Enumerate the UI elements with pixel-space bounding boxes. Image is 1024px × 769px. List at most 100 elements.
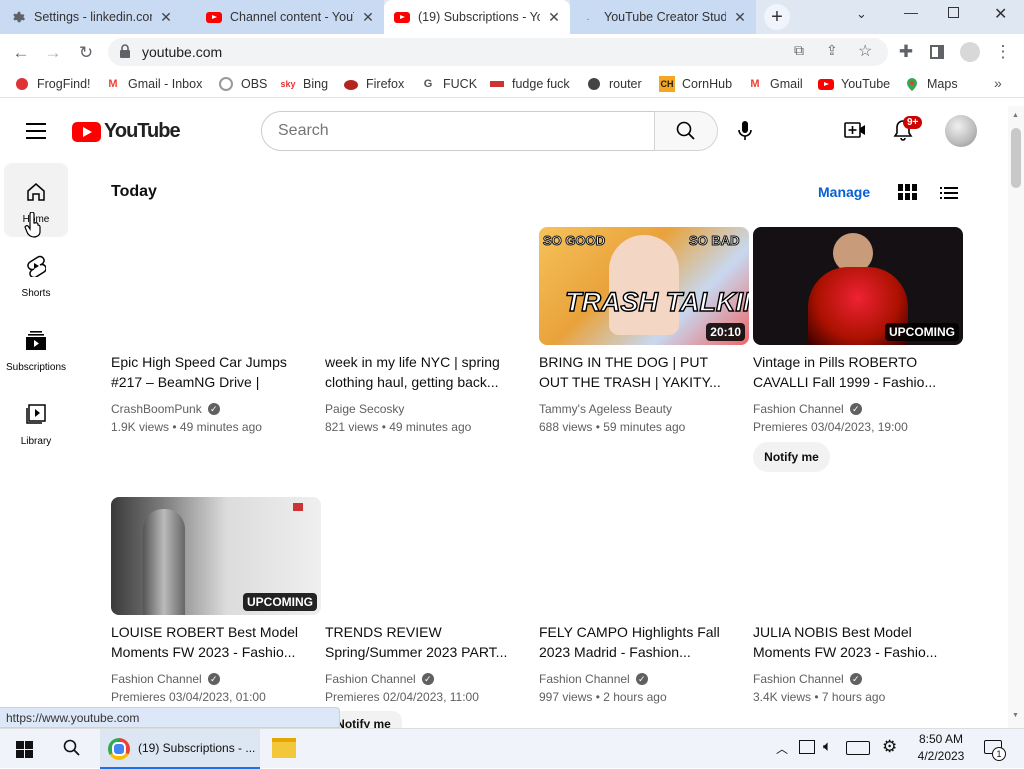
- restore-button[interactable]: [948, 7, 959, 18]
- microphone-icon[interactable]: [736, 120, 754, 147]
- video-title[interactable]: BRING IN THE DOG | PUT OUT THE TRASH | YA…: [539, 352, 729, 392]
- video-channel[interactable]: Fashion Channel ✓: [539, 672, 648, 686]
- more-bookmarks-icon[interactable]: »: [994, 75, 1002, 91]
- scroll-down-arrow-icon[interactable]: ▼: [1012, 712, 1019, 719]
- windows-start-icon[interactable]: [16, 741, 33, 758]
- youtube-icon: [394, 9, 410, 25]
- windows-taskbar: (19) Subscriptions - ... ︿ 🔈︎ ⚙ 8:50 AM …: [0, 728, 1024, 769]
- tab-channel-content[interactable]: Channel content - YouTube Studio ✕: [196, 0, 384, 34]
- hamburger-menu-icon[interactable]: [26, 123, 46, 139]
- keyboard-icon[interactable]: [846, 741, 870, 755]
- sidebar-item-label: Library: [20, 436, 52, 447]
- share-icon[interactable]: ⇪: [826, 42, 838, 59]
- verified-check-icon: ✓: [849, 673, 862, 685]
- tab-subscriptions[interactable]: (19) Subscriptions - YouTube ✕: [384, 0, 570, 34]
- menu-icon[interactable]: ⋮: [992, 41, 1014, 63]
- list-view-icon[interactable]: [940, 186, 958, 204]
- video-meta: 997 views • 2 hours ago: [539, 690, 667, 704]
- address-bar[interactable]: youtube.com ⧉ ⇪ ☆: [108, 38, 888, 66]
- close-icon[interactable]: ✕: [156, 9, 176, 26]
- close-icon[interactable]: ✕: [544, 9, 564, 26]
- verified-check-icon: ✓: [421, 673, 434, 685]
- video-meta: 688 views • 59 minutes ago: [539, 420, 686, 434]
- video-title[interactable]: Vintage in Pills ROBERTO CAVALLI Fall 199…: [753, 352, 943, 392]
- bookmark-cornhub[interactable]: CH CornHub: [659, 76, 732, 92]
- video-channel[interactable]: Fashion Channel ✓: [753, 402, 862, 416]
- network-icon[interactable]: [799, 740, 815, 754]
- page-scrollbar[interactable]: ▲ ▼: [1008, 106, 1024, 728]
- video-title[interactable]: LOUISE ROBERT Best Model Moments FW 2023 …: [111, 622, 301, 662]
- reload-icon[interactable]: ↻: [75, 42, 97, 64]
- tab-search-icon[interactable]: ⌄: [856, 6, 867, 22]
- file-explorer-icon[interactable]: [272, 738, 296, 758]
- video-meta: Premieres 03/04/2023, 01:00: [111, 690, 266, 704]
- scroll-up-arrow-icon[interactable]: ▲: [1012, 112, 1019, 119]
- shorts-icon: [26, 254, 46, 278]
- video-title[interactable]: FELY CAMPO Highlights Fall 2023 Madrid - …: [539, 622, 729, 662]
- bookmark-gmail-inbox[interactable]: M Gmail - Inbox: [105, 76, 202, 92]
- bookmark-fuck[interactable]: G FUCK: [420, 76, 477, 92]
- settings-gear-icon[interactable]: ⚙: [882, 737, 897, 757]
- youtube-icon: [206, 9, 222, 25]
- bookmark-maps[interactable]: Maps: [904, 76, 958, 92]
- show-hidden-icons-icon[interactable]: ︿: [776, 740, 788, 757]
- search-box[interactable]: [261, 111, 655, 151]
- video-channel[interactable]: CrashBoomPunk ✓: [111, 402, 220, 416]
- video-title[interactable]: JULIA NOBIS Best Model Moments FW 2023 - …: [753, 622, 943, 662]
- volume-icon[interactable]: 🔈︎: [823, 738, 832, 755]
- close-icon[interactable]: ✕: [358, 9, 378, 26]
- open-in-app-icon[interactable]: ⧉: [794, 42, 804, 59]
- bookmark-frogfind[interactable]: FrogFind!: [14, 76, 91, 92]
- video-title[interactable]: Epic High Speed Car Jumps #217 – BeamNG D…: [111, 352, 301, 392]
- bookmark-gmail[interactable]: M Gmail: [747, 76, 802, 92]
- bookmark-router[interactable]: router: [586, 76, 642, 92]
- tab-settings-linkedin[interactable]: Settings - linkedin.com ✕: [0, 0, 196, 34]
- video-channel[interactable]: Fashion Channel ✓: [753, 672, 862, 686]
- side-panel-icon[interactable]: [930, 45, 944, 59]
- sidebar-item-library[interactable]: Library: [0, 402, 72, 447]
- bookmark-star-icon[interactable]: ☆: [858, 41, 872, 61]
- video-thumbnail[interactable]: UPCOMING: [111, 497, 321, 615]
- sidebar-item-shorts[interactable]: Shorts: [0, 254, 72, 299]
- extensions-icon[interactable]: ✚: [895, 41, 917, 63]
- bookmark-youtube[interactable]: YouTube: [818, 76, 890, 92]
- forward-icon[interactable]: →: [42, 42, 64, 64]
- search-button[interactable]: [654, 111, 718, 151]
- video-thumbnail[interactable]: UPCOMING: [753, 227, 963, 345]
- back-icon[interactable]: ←: [10, 42, 32, 64]
- bookmark-obs[interactable]: OBS: [218, 76, 267, 92]
- notify-me-button[interactable]: Notify me: [753, 442, 830, 472]
- video-channel[interactable]: Fashion Channel ✓: [325, 672, 434, 686]
- bookmark-bing[interactable]: sky Bing: [280, 76, 328, 92]
- bookmark-fudge-fuck[interactable]: fudge fuck: [489, 76, 570, 92]
- bookmark-firefox[interactable]: Firefox: [343, 76, 404, 92]
- video-title[interactable]: week in my life NYC | spring clothing hau…: [325, 352, 515, 392]
- bookmark-icon: [489, 76, 505, 92]
- taskbar-clock[interactable]: 8:50 AM 4/2/2023: [912, 732, 970, 763]
- youtube-logo[interactable]: YouTube: [72, 120, 181, 143]
- manage-button[interactable]: Manage: [818, 184, 870, 200]
- video-title[interactable]: TRENDS REVIEW Spring/Summer 2023 PART...: [325, 622, 515, 662]
- account-avatar[interactable]: [945, 115, 977, 147]
- scrollbar-thumb[interactable]: [1011, 128, 1021, 188]
- grid-view-icon[interactable]: [898, 184, 917, 200]
- video-channel[interactable]: Tammy's Ageless Beauty: [539, 402, 672, 416]
- sidebar-item-subscriptions[interactable]: Subscriptions: [0, 328, 72, 373]
- close-icon[interactable]: ✕: [730, 9, 750, 26]
- taskbar-search-icon[interactable]: [63, 739, 81, 762]
- window-close-button[interactable]: ✕: [994, 4, 1007, 24]
- video-channel[interactable]: Paige Secosky: [325, 402, 404, 416]
- minimize-button[interactable]: —: [904, 4, 918, 20]
- lock-icon: [120, 44, 130, 58]
- taskbar-chrome-button[interactable]: (19) Subscriptions - ...: [100, 729, 260, 769]
- create-video-icon[interactable]: [844, 121, 866, 144]
- video-thumbnail[interactable]: SO GOOD SO BAD TRASH TALKIN' 20:10: [539, 227, 749, 345]
- search-input[interactable]: [278, 120, 638, 142]
- video-channel[interactable]: Fashion Channel ✓: [111, 672, 220, 686]
- new-tab-button[interactable]: +: [764, 4, 790, 30]
- video-meta: 821 views • 49 minutes ago: [325, 420, 472, 434]
- section-title: Today: [111, 183, 157, 200]
- profile-avatar[interactable]: [960, 42, 980, 62]
- tab-creator-studio[interactable]: . YouTube Creator Studio ✕: [570, 0, 756, 34]
- video-meta: Premieres 03/04/2023, 19:00: [753, 420, 908, 434]
